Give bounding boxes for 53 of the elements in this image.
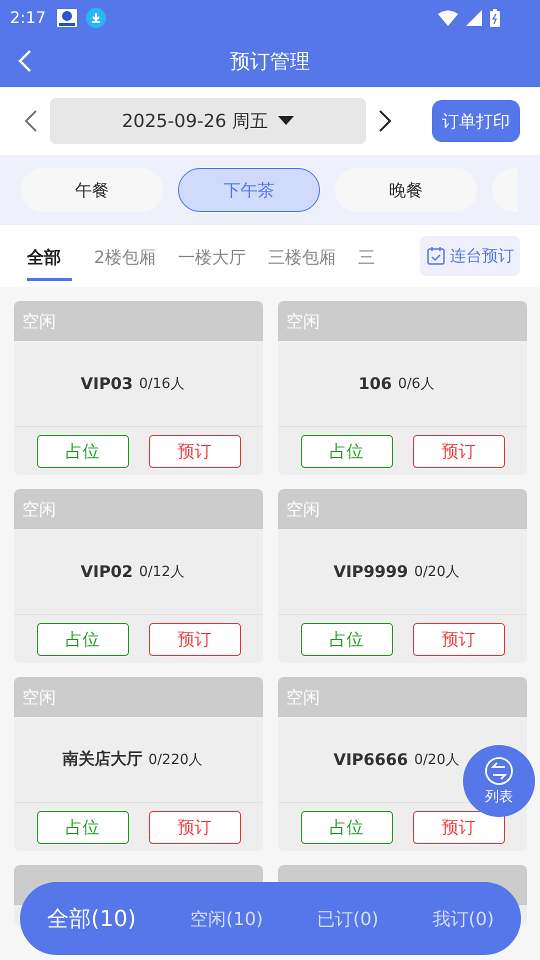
table-name: VIP02 [80,562,133,581]
occupy-button[interactable]: 占位 [36,810,128,844]
reserve-button[interactable]: 预订 [148,434,240,468]
capacity-text: 0/20人 [414,562,460,580]
caret-icon [278,116,294,126]
capacity-text: 0/6人 [398,374,434,392]
reserve-button[interactable]: 预订 [412,622,504,656]
status-time: 2:17 [10,8,46,27]
chevron-right-icon [378,109,392,133]
area-tab[interactable]: 全部 [27,231,72,281]
filter-tab[interactable]: 已订(0) [317,906,379,930]
wifi-icon [438,10,458,26]
calendar-check-icon [426,246,446,266]
combine-booking-button[interactable]: 连台预订 [420,236,520,276]
occupy-button[interactable]: 占位 [300,810,392,844]
table-name: VIP03 [80,374,133,393]
table-name: 106 [358,374,392,393]
meal-tab[interactable]: 午餐 [21,168,163,212]
capacity-text: 0/16人 [138,374,184,392]
reserve-button[interactable]: 预订 [148,622,240,656]
reserve-button[interactable]: 预订 [412,810,504,844]
occupy-button[interactable]: 占位 [36,622,128,656]
battery-icon [490,8,500,26]
reserve-button[interactable]: 预订 [148,810,240,844]
page-title: 预订管理 [230,48,310,74]
table-name: 南关店大厅 [62,749,142,770]
area-tab[interactable]: 三楼包厢 [268,231,336,281]
download-app-icon [56,6,78,28]
table-name: VIP6666 [333,750,408,769]
filter-tab[interactable]: 我订(0) [432,906,494,930]
print-orders-button[interactable]: 订单打印 [432,100,520,142]
reserve-button[interactable]: 预订 [412,434,504,468]
area-tab[interactable]: 一楼大厅 [178,231,246,281]
occupy-button[interactable]: 占位 [36,434,128,468]
occupy-button[interactable]: 占位 [300,622,392,656]
capacity-text: 0/220人 [148,750,203,768]
swap-icon [484,756,514,786]
download-icon [86,8,106,28]
meal-tab[interactable]: 晚餐 [335,168,477,212]
table-name: VIP9999 [333,562,408,581]
chevron-left-icon [24,109,38,133]
occupy-button[interactable]: 占位 [300,434,392,468]
meal-tab[interactable]: 下午茶 [178,168,320,212]
back-button[interactable] [18,49,32,73]
date-picker[interactable]: 2025-09-26 周五 [50,98,366,144]
back-icon [18,49,32,73]
area-tab[interactable]: 2楼包厢 [94,231,156,281]
filter-tab[interactable]: 空闲(10) [190,906,264,930]
capacity-text: 0/12人 [138,562,184,580]
capacity-text: 0/20人 [414,750,460,768]
filter-tab[interactable]: 全部(10) [46,904,136,934]
signal-icon [466,10,482,26]
area-tab[interactable]: 三 [358,231,375,281]
